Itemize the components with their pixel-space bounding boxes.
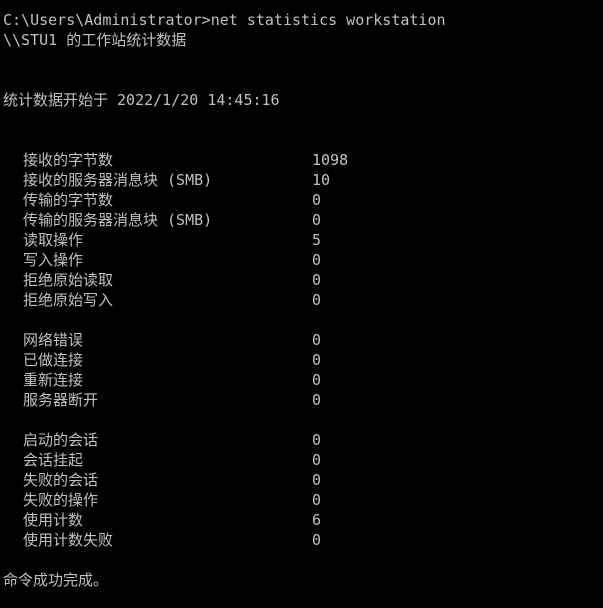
stat-value: 0 <box>312 431 322 449</box>
stats-start-time: 统计数据开始于 2022/1/20 14:45:16 <box>3 91 280 109</box>
stat-label: 读取操作 <box>23 231 84 249</box>
stat-row: 使用计数失败 0 <box>3 530 601 550</box>
stat-value: 0 <box>312 191 322 209</box>
stat-row: 失败的操作 0 <box>3 490 601 510</box>
stat-value: 0 <box>312 251 322 269</box>
stat-value: 0 <box>312 331 322 349</box>
stat-row: 失败的会话 0 <box>3 470 601 490</box>
stat-value: 0 <box>312 471 322 489</box>
command-line: C:\Users\Administrator>net statistics wo… <box>3 11 446 29</box>
stat-value: 0 <box>312 391 322 409</box>
command-success-message: 命令成功完成。 <box>3 571 109 589</box>
stat-row: 传输的字节数 0 <box>3 190 601 210</box>
stat-value: 0 <box>312 211 322 229</box>
stat-label: 使用计数 <box>23 511 84 529</box>
stat-label: 启动的会话 <box>23 431 99 449</box>
stat-value: 0 <box>312 491 322 509</box>
stat-value: 0 <box>312 271 322 289</box>
stat-label: 网络错误 <box>23 331 84 349</box>
stat-value: 10 <box>312 171 331 189</box>
stat-label: 传输的字节数 <box>23 191 114 209</box>
stat-label: 传输的服务器消息块 (SMB) <box>23 211 213 229</box>
stat-row: 重新连接 0 <box>3 370 601 390</box>
stat-value: 0 <box>312 371 322 389</box>
stat-row: 写入操作 0 <box>3 250 601 270</box>
stat-label: 拒绝原始读取 <box>23 271 114 289</box>
stat-value: 5 <box>312 231 322 249</box>
stat-label: 会话挂起 <box>23 451 84 469</box>
stat-value: 0 <box>312 531 322 549</box>
stat-row: 启动的会话 0 <box>3 430 601 450</box>
stat-row: 使用计数 6 <box>3 510 601 530</box>
stat-label: 失败的会话 <box>23 471 99 489</box>
stat-row: 接收的服务器消息块 (SMB) 10 <box>3 170 601 190</box>
stat-value: 0 <box>312 351 322 369</box>
stat-row: 拒绝原始读取 0 <box>3 270 601 290</box>
console-output[interactable]: C:\Users\Administrator>net statistics wo… <box>3 10 601 590</box>
stat-value: 6 <box>312 511 322 529</box>
stat-row: 拒绝原始写入 0 <box>3 290 601 310</box>
stat-row: 网络错误 0 <box>3 330 601 350</box>
stat-label: 接收的字节数 <box>23 151 114 169</box>
stats-header: \\STU1 的工作站统计数据 <box>3 31 187 49</box>
stat-label: 写入操作 <box>23 251 84 269</box>
stat-label: 使用计数失败 <box>23 531 114 549</box>
stat-row: 接收的字节数 1098 <box>3 150 601 170</box>
stat-row: 已做连接 0 <box>3 350 601 370</box>
stat-label: 拒绝原始写入 <box>23 291 114 309</box>
stat-label: 接收的服务器消息块 (SMB) <box>23 171 213 189</box>
stat-label: 失败的操作 <box>23 491 99 509</box>
stat-row: 服务器断开 0 <box>3 390 601 410</box>
stat-row: 会话挂起 0 <box>3 450 601 470</box>
stat-label: 服务器断开 <box>23 391 99 409</box>
stat-label: 重新连接 <box>23 371 84 389</box>
stat-value: 1098 <box>312 151 349 169</box>
stat-label: 已做连接 <box>23 351 84 369</box>
stat-row: 读取操作 5 <box>3 230 601 250</box>
stat-value: 0 <box>312 451 322 469</box>
stat-row: 传输的服务器消息块 (SMB) 0 <box>3 210 601 230</box>
stat-value: 0 <box>312 291 322 309</box>
